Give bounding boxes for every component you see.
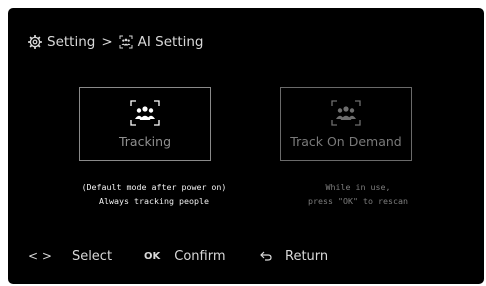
confirm-label: Confirm (174, 248, 226, 264)
track-on-demand-description: While in use, press "OK" to rescan (258, 180, 458, 208)
track-on-demand-description-line1: While in use, (325, 182, 391, 192)
mode-card-track-on-demand[interactable]: Track On Demand (280, 87, 412, 161)
footer-select-hint: < > Select (28, 246, 112, 266)
people-tracking-icon (331, 100, 361, 126)
tracking-description: (Default mode after power on) Always tra… (54, 180, 254, 208)
mode-title-track-on-demand: Track On Demand (290, 134, 402, 149)
breadcrumb: Setting > AI Setting (28, 32, 204, 52)
return-label: Return (285, 248, 329, 264)
people-tracking-icon (130, 100, 160, 126)
ai-people-icon (119, 35, 133, 49)
breadcrumb-separator: > (101, 34, 113, 50)
footer-return-hint: Return (260, 246, 328, 266)
select-label: Select (71, 248, 113, 264)
mode-card-tracking[interactable]: Tracking (79, 87, 211, 161)
select-arrows-icon: < > (28, 249, 52, 263)
breadcrumb-root-label: Setting (47, 34, 96, 50)
screen: Setting > AI Setting Tracking Track On D… (8, 8, 484, 284)
return-arrow-icon (260, 251, 272, 261)
tracking-description-line2: Always tracking people (99, 196, 209, 206)
gear-icon (28, 35, 42, 49)
track-on-demand-description-line2: press "OK" to rescan (308, 196, 408, 206)
footer-confirm-hint: OK Confirm (144, 246, 226, 266)
mode-title-tracking: Tracking (118, 134, 172, 149)
breadcrumb-current-label: AI Setting (137, 34, 204, 50)
ok-key-icon: OK (144, 250, 161, 262)
tracking-description-line1: (Default mode after power on) (81, 182, 227, 192)
